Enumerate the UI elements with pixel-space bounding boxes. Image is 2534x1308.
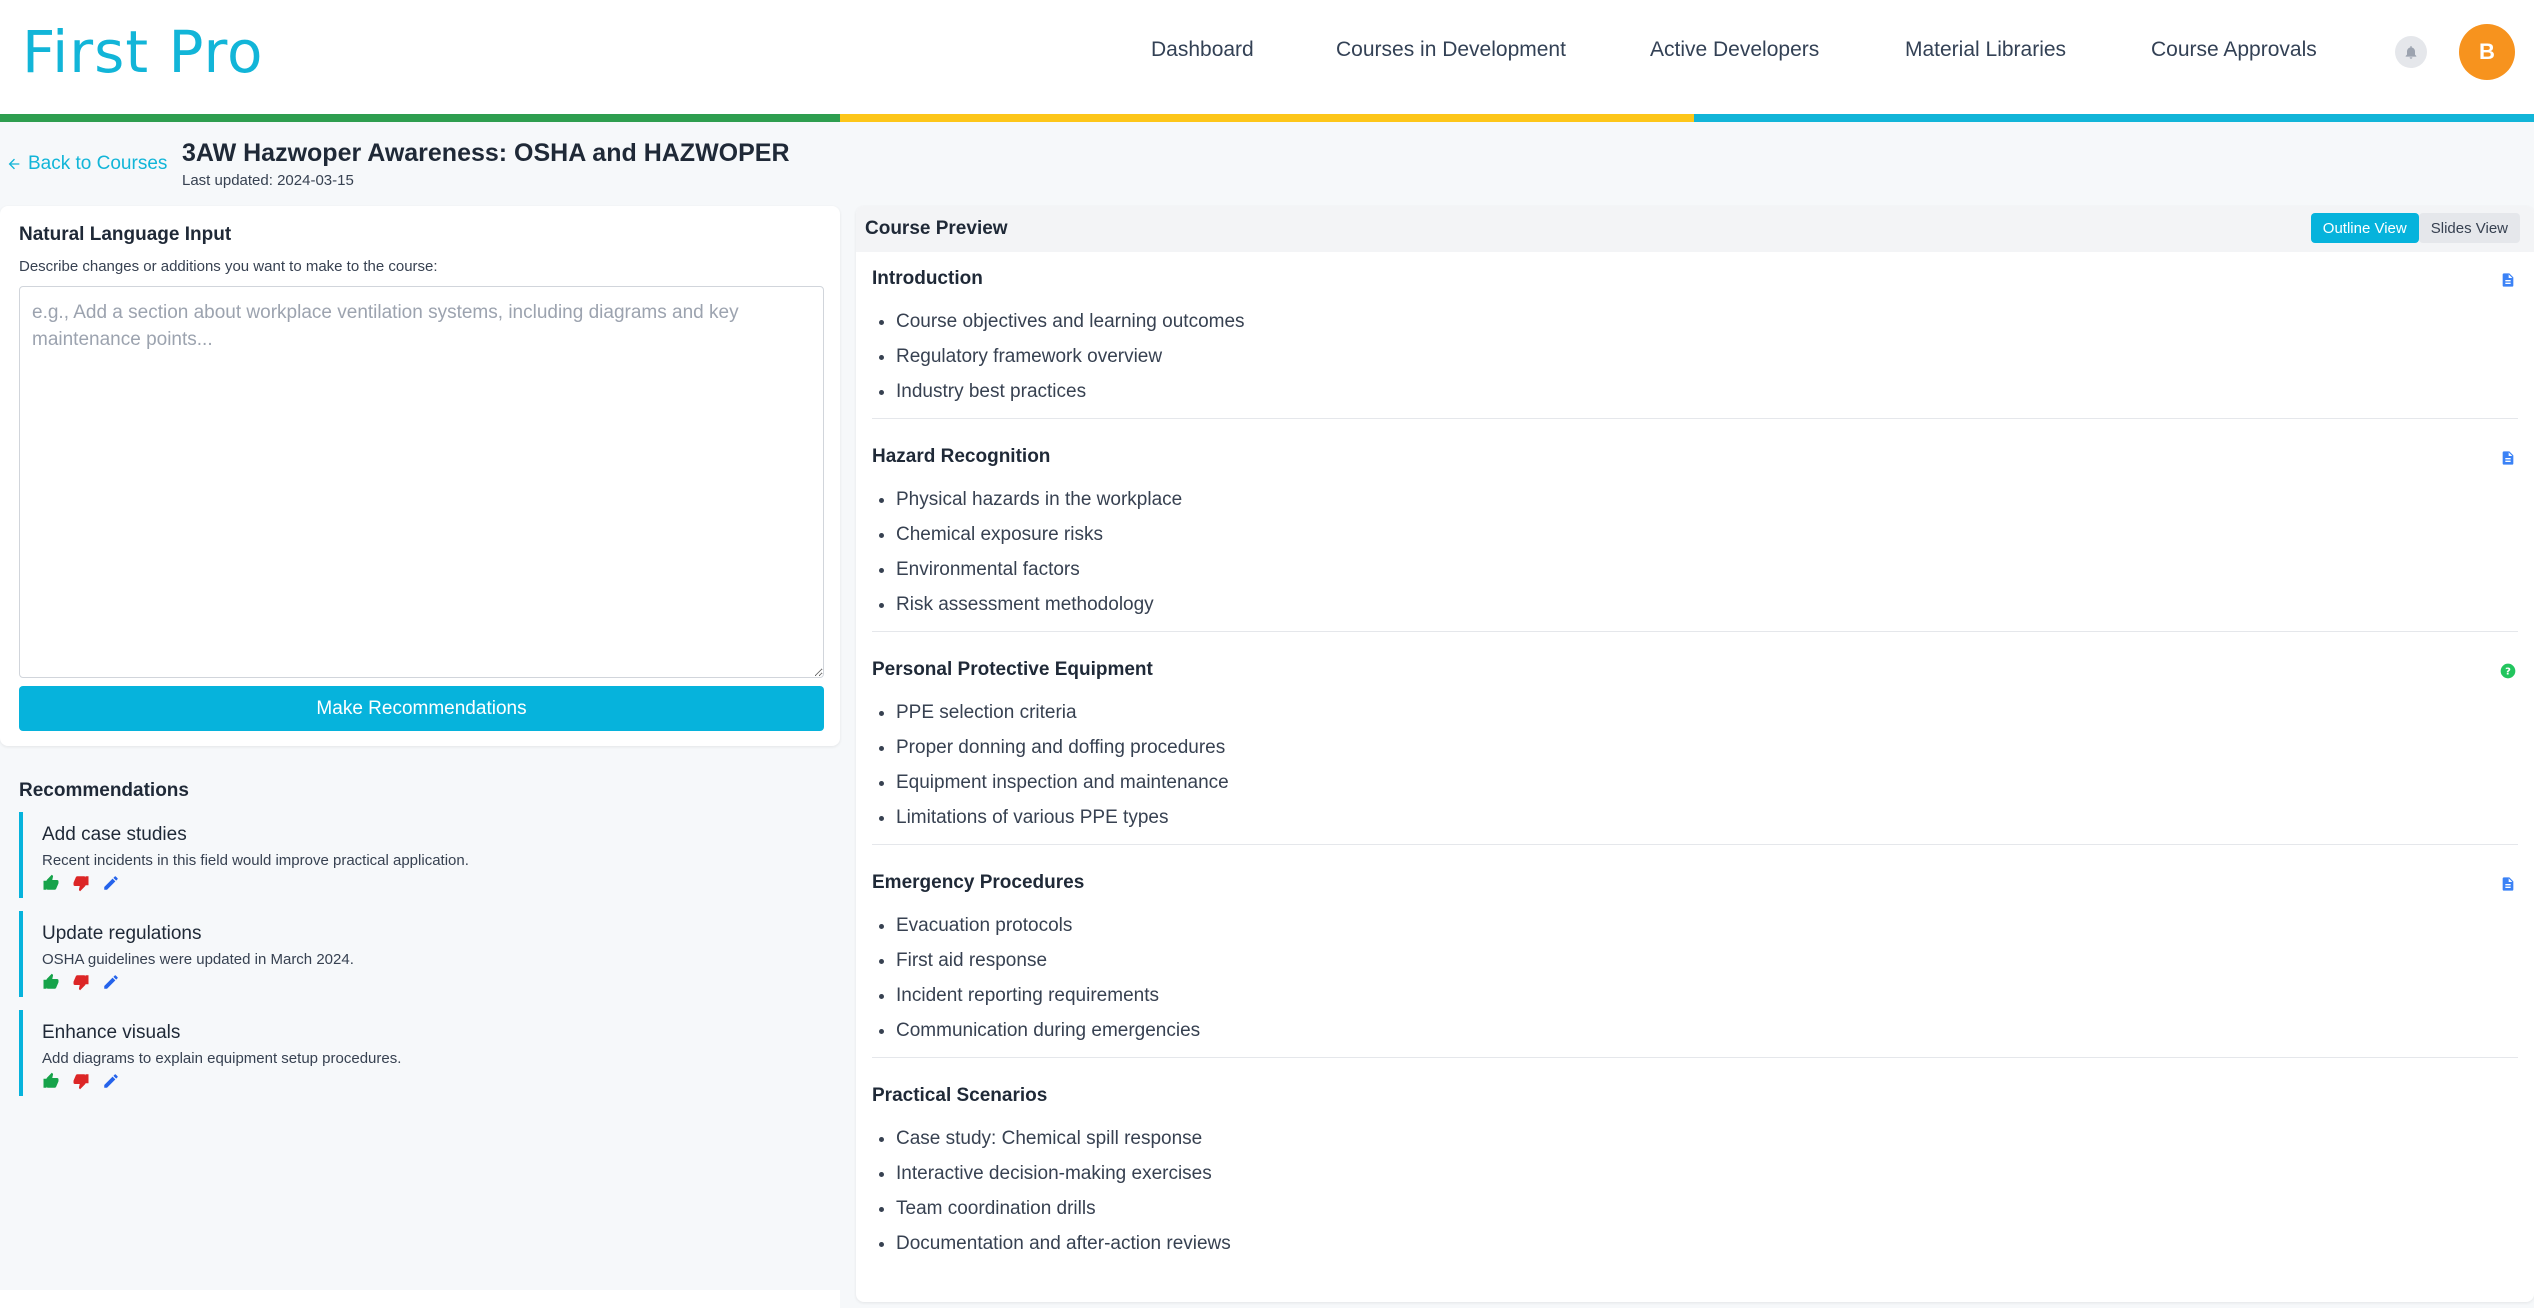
edit-pencil-icon[interactable] xyxy=(102,973,120,991)
input-heading: Natural Language Input xyxy=(19,224,232,245)
nav-active-developers[interactable]: Active Developers xyxy=(1650,38,1819,62)
outline-view-button[interactable]: Outline View xyxy=(2310,213,2419,243)
color-stripe-green xyxy=(0,114,840,122)
list-item: Communication during emergencies xyxy=(896,1019,1200,1054)
section-title: Personal Protective Equipment xyxy=(872,659,1153,680)
color-stripe-blue xyxy=(1694,114,2534,122)
section-introduction: Introduction Course objectives and learn… xyxy=(872,268,2518,419)
recommendation-item: Update regulations OSHA guidelines were … xyxy=(19,911,619,997)
logo[interactable]: First Pro xyxy=(22,18,264,86)
section-title: Introduction xyxy=(872,268,983,289)
input-description: Describe changes or additions you want t… xyxy=(19,258,438,275)
help-icon[interactable]: ? xyxy=(2500,663,2516,679)
recommendation-item: Add case studies Recent incidents in thi… xyxy=(19,812,619,898)
thumbs-up-icon[interactable] xyxy=(42,874,60,892)
thumbs-down-icon[interactable] xyxy=(72,874,90,892)
view-toggle: Outline View Slides View xyxy=(2310,213,2520,243)
nav-courses-in-development[interactable]: Courses in Development xyxy=(1336,38,1566,62)
slides-view-button[interactable]: Slides View xyxy=(2418,213,2520,243)
thumbs-down-icon[interactable] xyxy=(72,1072,90,1090)
left-panel-footer xyxy=(0,1290,840,1308)
preview-header: Course Preview Outline View Slides View xyxy=(856,206,2534,252)
section-personal-protective-equipment: Personal Protective Equipment ? PPE sele… xyxy=(872,659,2518,845)
make-recommendations-button[interactable]: Make Recommendations xyxy=(19,686,824,731)
list-item: Limitations of various PPE types xyxy=(896,806,1229,841)
list-item: Chemical exposure risks xyxy=(896,523,1182,558)
document-icon[interactable] xyxy=(2500,450,2516,466)
list-item: Regulatory framework overview xyxy=(896,345,1245,380)
course-preview-panel: Course Preview Outline View Slides View … xyxy=(856,206,2534,1302)
list-item: PPE selection criteria xyxy=(896,701,1229,736)
recommendation-text: Add diagrams to explain equipment setup … xyxy=(42,1050,402,1067)
section-title: Practical Scenarios xyxy=(872,1085,1048,1106)
notification-bell-icon[interactable] xyxy=(2395,36,2427,68)
document-icon[interactable] xyxy=(2500,272,2516,288)
nav-course-approvals[interactable]: Course Approvals xyxy=(2151,38,2317,62)
list-item: Risk assessment methodology xyxy=(896,593,1182,628)
arrow-left-icon xyxy=(8,158,20,170)
recommendations-heading: Recommendations xyxy=(19,780,189,801)
page-title: 3AW Hazwoper Awareness: OSHA and HAZWOPE… xyxy=(182,139,790,167)
edit-pencil-icon[interactable] xyxy=(102,874,120,892)
list-item: Equipment inspection and maintenance xyxy=(896,771,1229,806)
section-practical-scenarios: Practical Scenarios Case study: Chemical… xyxy=(872,1085,2518,1271)
nav-dashboard[interactable]: Dashboard xyxy=(1151,38,1254,62)
thumbs-up-icon[interactable] xyxy=(42,973,60,991)
recommendation-item: Enhance visuals Add diagrams to explain … xyxy=(19,1010,619,1096)
list-item: Team coordination drills xyxy=(896,1197,1231,1232)
recommendation-title: Add case studies xyxy=(42,824,187,845)
section-emergency-procedures: Emergency Procedures Evacuation protocol… xyxy=(872,872,2518,1058)
recommendation-text: Recent incidents in this field would imp… xyxy=(42,852,469,869)
back-to-courses-link[interactable]: Back to Courses xyxy=(6,153,167,175)
course-change-input[interactable] xyxy=(19,286,824,678)
recommendation-title: Enhance visuals xyxy=(42,1022,181,1043)
list-item: First aid response xyxy=(896,949,1200,984)
document-icon[interactable] xyxy=(2500,876,2516,892)
list-item: Incident reporting requirements xyxy=(896,984,1200,1019)
list-item: Interactive decision-making exercises xyxy=(896,1162,1231,1197)
list-item: Environmental factors xyxy=(896,558,1182,593)
recommendation-title: Update regulations xyxy=(42,923,202,944)
last-updated: Last updated: 2024-03-15 xyxy=(182,172,354,189)
list-item: Proper donning and doffing procedures xyxy=(896,736,1229,771)
color-stripe-yellow xyxy=(840,114,1694,122)
section-title: Hazard Recognition xyxy=(872,446,1051,467)
thumbs-up-icon[interactable] xyxy=(42,1072,60,1090)
top-header: First Pro Dashboard Courses in Developme… xyxy=(0,0,2534,114)
list-item: Documentation and after-action reviews xyxy=(896,1232,1231,1267)
section-title: Emergency Procedures xyxy=(872,872,1085,893)
thumbs-down-icon[interactable] xyxy=(72,973,90,991)
list-item: Case study: Chemical spill response xyxy=(896,1127,1231,1162)
recommendation-text: OSHA guidelines were updated in March 20… xyxy=(42,951,354,968)
preview-heading: Course Preview xyxy=(865,218,1008,239)
list-item: Evacuation protocols xyxy=(896,914,1200,949)
nav-material-libraries[interactable]: Material Libraries xyxy=(1905,38,2066,62)
section-hazard-recognition: Hazard Recognition Physical hazards in t… xyxy=(872,446,2518,632)
list-item: Course objectives and learning outcomes xyxy=(896,310,1245,345)
svg-text:?: ? xyxy=(2505,666,2511,677)
natural-language-input-card: Natural Language Input Describe changes … xyxy=(0,206,840,746)
user-avatar[interactable]: B xyxy=(2459,24,2515,80)
list-item: Physical hazards in the workplace xyxy=(896,488,1182,523)
back-label: Back to Courses xyxy=(28,153,168,174)
list-item: Industry best practices xyxy=(896,380,1245,415)
edit-pencil-icon[interactable] xyxy=(102,1072,120,1090)
